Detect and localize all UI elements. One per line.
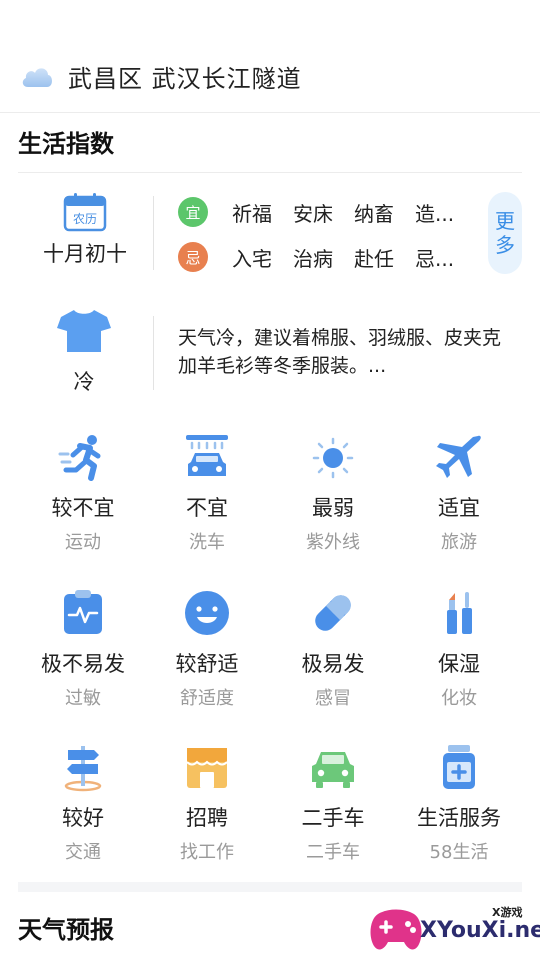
- sun-icon: [312, 437, 354, 479]
- index-label: 舒适度: [180, 688, 234, 709]
- yi-item: 安床: [293, 201, 333, 226]
- index-makeup[interactable]: 保湿 化妆: [396, 588, 522, 710]
- ji-item: 忌...: [415, 246, 455, 271]
- yi-item: 造...: [415, 201, 455, 226]
- ji-item: 入宅: [232, 246, 272, 271]
- running-icon: [58, 435, 101, 481]
- index-sport[interactable]: 较不宜 运动: [20, 432, 146, 554]
- calendar-icon: 农历: [63, 193, 107, 232]
- yi-item: 祈福: [232, 201, 272, 226]
- yi-badge: 宜: [178, 197, 208, 227]
- life-index-title: 生活指数: [18, 130, 114, 158]
- index-label: 紫外线: [306, 532, 360, 553]
- index-uv[interactable]: 最弱 紫外线: [270, 432, 396, 554]
- index-value: 最弱: [312, 496, 354, 520]
- forecast-title: 天气预报: [18, 916, 114, 944]
- life-service[interactable]: 生活服务 58生活: [396, 742, 522, 864]
- index-cold[interactable]: 极易发 感冒: [270, 588, 396, 710]
- index-traffic[interactable]: 较好 交通: [20, 742, 146, 864]
- divider: [0, 112, 540, 113]
- allergy-clipboard-icon: [64, 590, 102, 634]
- almanac-card[interactable]: 农历 十月初十: [30, 192, 140, 276]
- index-label: 二手车: [306, 842, 360, 863]
- smiley-icon: [185, 591, 229, 635]
- index-label: 化妆: [441, 688, 477, 709]
- site-watermark: X游戏 XYouXi.net: [368, 904, 540, 956]
- watermark-text: XYouXi.net: [420, 918, 540, 943]
- car-icon: [312, 752, 354, 788]
- index-comfort[interactable]: 较舒适 舒适度: [144, 588, 270, 710]
- airplane-icon: [436, 435, 481, 478]
- makeup-icon: [447, 592, 472, 634]
- index-label: 洗车: [189, 532, 225, 553]
- index-label: 找工作: [180, 842, 234, 863]
- almanac-ji-row[interactable]: 忌 入宅 治病 赴任 忌...: [178, 242, 475, 272]
- cloud-icon: [22, 68, 52, 87]
- tshirt-icon: [57, 310, 111, 352]
- index-label: 旅游: [441, 532, 477, 553]
- gamepad-logo-icon: [370, 909, 422, 950]
- index-label: 过敏: [65, 688, 101, 709]
- divider: [18, 172, 522, 173]
- section-separator: [18, 882, 522, 892]
- location-bar[interactable]: 武昌区 武汉长江隧道: [0, 50, 540, 102]
- index-travel[interactable]: 适宜 旅游: [396, 432, 522, 554]
- clothing-advice: 天气冷，建议着棉服、羽绒服、皮夹克加羊毛衫等冬季服装。...: [178, 327, 502, 377]
- clothing-level: 冷: [73, 370, 95, 394]
- index-label: 交通: [65, 842, 101, 863]
- almanac-more-button[interactable]: 更 多: [488, 192, 522, 274]
- more-button-label: 多: [495, 233, 515, 257]
- index-value: 极易发: [301, 652, 365, 676]
- lunar-date: 十月初十: [43, 242, 127, 266]
- index-label: 58生活: [429, 842, 489, 863]
- index-value: 适宜: [438, 496, 480, 520]
- almanac-yi-row[interactable]: 宜 祈福 安床 纳畜 造...: [178, 197, 475, 227]
- index-value: 极不易发: [41, 652, 125, 676]
- location-text: 武昌区 武汉长江隧道: [68, 64, 302, 93]
- vertical-divider: [153, 196, 154, 270]
- index-value: 较好: [62, 806, 104, 830]
- medicine-bottle-icon: [443, 745, 475, 789]
- index-label: 感冒: [315, 688, 351, 709]
- index-value: 不宜: [186, 496, 228, 520]
- index-value: 较舒适: [175, 652, 239, 676]
- index-value: 生活服务: [417, 806, 501, 830]
- index-value: 二手车: [301, 806, 365, 830]
- clothing-card[interactable]: 冷: [40, 308, 128, 396]
- signpost-icon: [64, 746, 102, 792]
- index-value: 保湿: [438, 652, 480, 676]
- shop-icon: [186, 748, 228, 788]
- index-label: 运动: [65, 532, 101, 553]
- ji-badge: 忌: [178, 242, 208, 272]
- ji-item: 治病: [293, 246, 333, 271]
- index-value: 招聘: [186, 806, 228, 830]
- pill-icon: [315, 595, 351, 631]
- vertical-divider: [153, 316, 154, 390]
- more-button-label: 更: [495, 209, 515, 233]
- index-allergy[interactable]: 极不易发 过敏: [20, 588, 146, 710]
- ji-item: 赴任: [354, 246, 394, 271]
- index-car-wash[interactable]: 不宜 洗车: [144, 432, 270, 554]
- calendar-icon-label: 农历: [73, 212, 97, 226]
- index-value: 较不宜: [51, 496, 115, 520]
- jobs-service[interactable]: 招聘 找工作: [144, 742, 270, 864]
- yi-item: 纳畜: [354, 201, 394, 226]
- car-wash-icon: [186, 435, 228, 476]
- used-car-service[interactable]: 二手车 二手车: [270, 742, 396, 864]
